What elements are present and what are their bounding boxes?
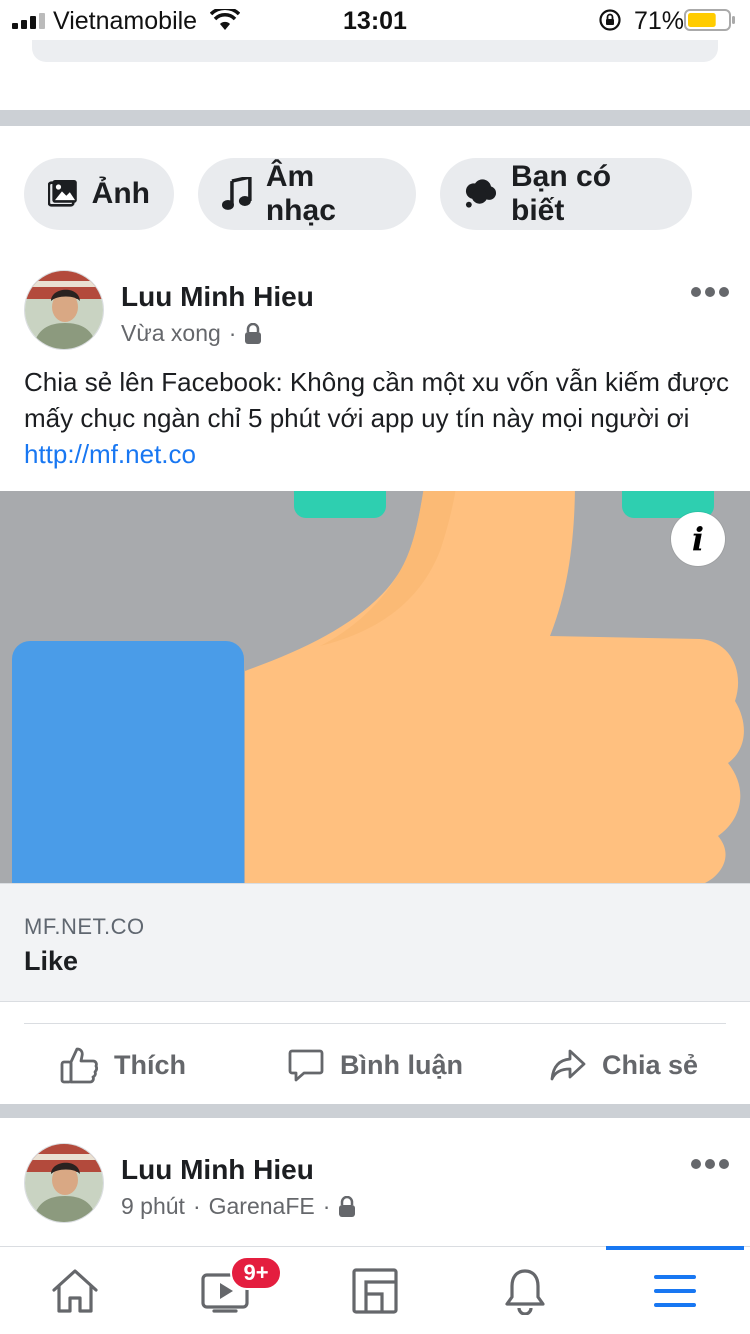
comment-icon: [288, 1049, 324, 1082]
chip-music[interactable]: Âm nhạc: [198, 158, 416, 230]
avatar-photo: [25, 271, 103, 349]
avatar[interactable]: [24, 270, 104, 350]
share-icon: [550, 1049, 586, 1081]
chip-label: Ảnh: [91, 177, 150, 210]
comment-label: Bình luận: [340, 1049, 463, 1080]
feed-divider: [0, 110, 750, 126]
link-title: Like: [24, 946, 79, 976]
share-label: Chia sẻ: [602, 1049, 699, 1080]
photo-icon: [48, 180, 77, 207]
like-label: Thích: [114, 1049, 186, 1080]
chip-label: Bạn có biết: [511, 160, 612, 227]
comment-button[interactable]: Bình luận: [288, 1040, 463, 1090]
post-text: Chia sẻ lên Facebook: Không cần một xu v…: [24, 364, 730, 472]
post-time[interactable]: 9 phút: [121, 1193, 185, 1220]
thumbs-up-illustration: [12, 491, 744, 883]
pages-icon: [352, 1268, 398, 1314]
nav-notifications[interactable]: [465, 1247, 585, 1334]
post-meta: 9 phút · GarenaFE ·: [121, 1193, 356, 1220]
speech-cloud-icon: [465, 179, 497, 208]
lock-icon: [245, 322, 262, 344]
post-author[interactable]: Luu Minh Hieu: [121, 281, 314, 313]
nav-home[interactable]: [15, 1247, 135, 1334]
chip-did-you-know[interactable]: Bạn có biết: [440, 158, 692, 230]
post-author[interactable]: Luu Minh Hieu: [121, 1154, 314, 1186]
post-meta: Vừa xong ·: [121, 320, 262, 347]
lock-icon: [339, 1195, 356, 1217]
more-options-icon[interactable]: [690, 1157, 730, 1171]
status-bar: Vietnamobile 13:01 71%: [0, 0, 750, 40]
actions-separator: [24, 1023, 726, 1024]
avatar[interactable]: [24, 1143, 104, 1223]
thumbs-up-icon: [60, 1047, 98, 1084]
battery-percent: 71%: [634, 7, 685, 35]
menu-icon: [654, 1275, 696, 1307]
link-domain: MF.NET.CO: [24, 914, 145, 939]
like-button[interactable]: Thích: [60, 1040, 186, 1090]
watch-badge: 9+: [230, 1256, 282, 1290]
rotation-lock-icon: [599, 9, 621, 31]
nav-pages[interactable]: [315, 1247, 435, 1334]
link-preview-meta[interactable]: MF.NET.CO Like: [0, 883, 750, 1002]
nav-menu[interactable]: [615, 1247, 735, 1334]
battery-icon: [684, 9, 735, 31]
meta-separator: ·: [192, 1193, 201, 1219]
post-time[interactable]: Vừa xong: [121, 320, 221, 347]
meta-separator: ·: [322, 1193, 331, 1219]
avatar-photo: [25, 1144, 103, 1222]
link-preview-image[interactable]: [0, 491, 750, 883]
notifications-icon: [505, 1269, 545, 1315]
bottom-navigation: [0, 1246, 750, 1334]
active-tab-indicator: [606, 1246, 744, 1250]
feed-divider: [0, 1104, 750, 1118]
info-button[interactable]: i: [671, 512, 725, 566]
chip-label: Âm nhạc: [265, 160, 336, 227]
chip-photo[interactable]: Ảnh: [24, 158, 174, 230]
post-body: Chia sẻ lên Facebook: Không cần một xu v…: [24, 367, 730, 433]
music-note-icon: [222, 177, 252, 210]
post-link[interactable]: http://mf.net.co: [24, 439, 196, 469]
post-app[interactable]: GarenaFE: [209, 1193, 315, 1220]
share-button[interactable]: Chia sẻ: [550, 1040, 698, 1090]
home-icon: [52, 1269, 98, 1313]
meta-separator: ·: [228, 320, 237, 346]
more-options-icon[interactable]: [690, 285, 730, 299]
